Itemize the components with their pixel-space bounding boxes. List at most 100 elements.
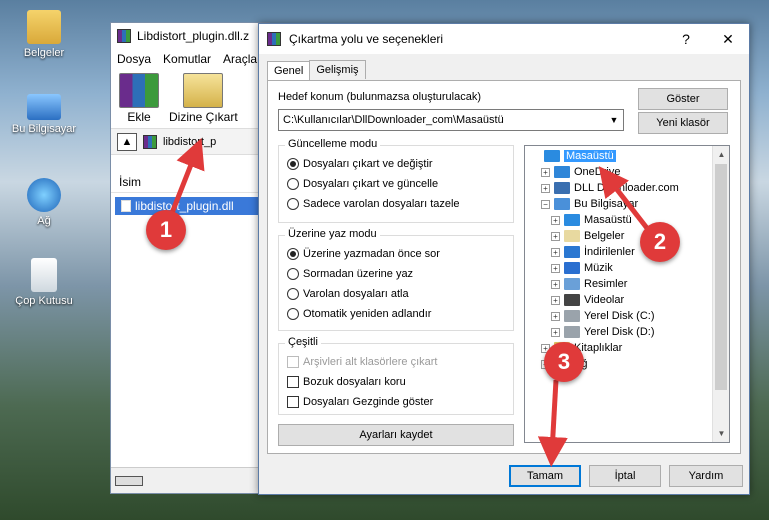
tree-node[interactable]: + Masaüstü [551, 214, 632, 226]
misc-group: Çeşitli Arşivleri alt klasörlere çıkart … [278, 336, 514, 415]
radio-button[interactable] [287, 288, 299, 300]
menu-file[interactable]: Dosya [117, 52, 151, 66]
file-list: İsim libdistort_plugin.dll [111, 171, 269, 467]
misc-option[interactable]: Bozuk dosyaları koru [287, 376, 406, 388]
tree-node-label: Masaüstü [584, 214, 632, 226]
menu-tools[interactable]: Araçla [223, 52, 257, 66]
help-title-button[interactable]: ? [665, 24, 707, 54]
overwrite-mode-option[interactable]: Sormadan üzerine yaz [287, 268, 413, 280]
checkbox[interactable] [287, 396, 299, 408]
radio-button[interactable] [287, 198, 299, 210]
new-folder-button[interactable]: Yeni klasör [638, 112, 728, 134]
tree-expander-icon[interactable]: + [551, 263, 560, 273]
drive-icon [564, 326, 580, 338]
folder-icon [27, 10, 61, 44]
help-button[interactable]: Yardım [669, 465, 743, 487]
scroll-thumb[interactable] [715, 164, 727, 390]
option-label: Dosyaları Gezginde göster [303, 396, 434, 408]
tree-node[interactable]: + İndirilenler [551, 246, 635, 258]
desktop-icon-network[interactable]: Ağ [6, 178, 82, 227]
overwrite-mode-option[interactable]: Varolan dosyaları atla [287, 288, 409, 300]
option-label: Sormadan üzerine yaz [303, 268, 414, 280]
recycle-bin-icon [31, 258, 57, 292]
tree-expander-icon[interactable]: + [551, 295, 560, 305]
tree-expander-icon[interactable]: + [551, 247, 560, 257]
address-text[interactable]: libdistort_p [163, 136, 216, 148]
update-mode-option[interactable]: Dosyaları çıkart ve değiştir [287, 158, 433, 170]
radio-button[interactable] [287, 268, 299, 280]
tree-node[interactable]: + DLL Downloader.com [541, 182, 679, 194]
misc-option-disabled: Arşivleri alt klasörlere çıkart [287, 356, 437, 368]
network-icon [27, 178, 61, 212]
scroll-down-icon[interactable]: ▼ [713, 425, 729, 442]
tree-node[interactable]: + Resimler [551, 278, 627, 290]
desktop-icon-label: Bu Bilgisayar [11, 123, 77, 135]
winrar-logo-icon [267, 32, 281, 46]
tree-node[interactable]: + Yerel Disk (C:) [551, 310, 655, 322]
tree-expander-icon[interactable]: − [541, 199, 550, 209]
column-header-name[interactable]: İsim [111, 171, 269, 193]
user-icon [554, 182, 570, 194]
overwrite-mode-option[interactable]: Üzerine yazmadan önce sor [287, 248, 440, 260]
add-button[interactable]: Ekle [119, 73, 159, 124]
show-button[interactable]: Göster [638, 88, 728, 110]
radio-button[interactable] [287, 178, 299, 190]
option-label: Sadece varolan dosyaları tazele [303, 198, 460, 210]
overwrite-mode-option[interactable]: Otomatik yeniden adlandır [287, 308, 431, 320]
scroll-up-icon[interactable]: ▲ [713, 146, 729, 163]
winrar-menubar: Dosya Komutlar Araçla [111, 49, 269, 69]
computer-icon [554, 198, 570, 210]
misc-option[interactable]: Dosyaları Gezginde göster [287, 396, 433, 408]
tree-expander-icon[interactable]: + [551, 215, 560, 225]
desktop-icon-recycle-bin[interactable]: Çop Kutusu [6, 258, 82, 307]
folder-tree[interactable]: ▲ ▼ Masaüstü + OneDrive + DLL Downloader.com… [524, 145, 730, 443]
ok-button[interactable]: Tamam [509, 465, 581, 487]
pictures-icon [564, 278, 580, 290]
tree-node[interactable]: + OneDrive [541, 166, 620, 178]
tree-expander-icon[interactable]: + [551, 327, 560, 337]
tree-expander-icon[interactable]: + [541, 167, 550, 177]
tree-expander-icon[interactable]: + [551, 231, 560, 241]
winrar-titlebar[interactable]: Libdistort_plugin.dll.z [111, 23, 269, 49]
save-settings-button[interactable]: Ayarları kaydet [278, 424, 514, 446]
menu-commands[interactable]: Komutlar [163, 52, 211, 66]
destination-path-combo[interactable]: C:\Kullanıcılar\DllDownloader_com\Masaüs… [278, 109, 624, 131]
option-label: Üzerine yazmadan önce sor [303, 248, 440, 260]
desktop-icon-documents[interactable]: Belgeler [6, 10, 82, 59]
music-icon [564, 262, 580, 274]
tree-expander-icon[interactable]: + [541, 183, 550, 193]
dialog-titlebar[interactable]: Çıkartma yolu ve seçenekleri ? ✕ [259, 24, 749, 54]
tree-expander-icon[interactable]: + [551, 279, 560, 289]
update-mode-option[interactable]: Dosyaları çıkart ve güncelle [287, 178, 438, 190]
tree-node[interactable]: + Yerel Disk (D:) [551, 326, 655, 338]
checkbox[interactable] [287, 376, 299, 388]
update-mode-option[interactable]: Sadece varolan dosyaları tazele [287, 198, 460, 210]
tab-general[interactable]: Genel [267, 61, 311, 80]
tree-scrollbar[interactable]: ▲ ▼ [712, 146, 729, 442]
tab-advanced[interactable]: Gelişmiş [309, 60, 366, 79]
videos-icon [564, 294, 580, 306]
file-name: libdistort_plugin.dll [135, 199, 234, 213]
tree-node-label: Bu Bilgisayar [574, 198, 639, 210]
extract-options-dialog: Çıkartma yolu ve seçenekleri ? ✕ Genel G… [258, 23, 750, 495]
tree-expander-icon[interactable]: + [551, 311, 560, 321]
winrar-address-bar: ▲ libdistort_p [111, 129, 269, 155]
radio-button-selected[interactable] [287, 248, 299, 260]
extract-to-button[interactable]: Dizine Çıkart [169, 73, 238, 124]
update-mode-group: Güncelleme modu Dosyaları çıkart ve deği… [278, 138, 514, 223]
tree-node[interactable]: Masaüstü [531, 150, 616, 162]
option-label: Arşivleri alt klasörlere çıkart [303, 356, 438, 368]
tree-node[interactable]: + Videolar [551, 294, 624, 306]
radio-button[interactable] [287, 308, 299, 320]
close-button[interactable]: ✕ [707, 24, 749, 54]
file-list-item[interactable]: libdistort_plugin.dll [115, 197, 265, 215]
chevron-down-icon[interactable]: ▼ [605, 115, 623, 125]
tree-node[interactable]: + Belgeler [551, 230, 624, 242]
cancel-button[interactable]: İptal [589, 465, 661, 487]
tree-node[interactable]: + Müzik [551, 262, 613, 274]
tree-node[interactable]: − Bu Bilgisayar [541, 198, 638, 210]
desktop-icon-this-pc[interactable]: Bu Bilgisayar [6, 94, 82, 135]
tree-node-label: OneDrive [574, 166, 621, 178]
up-folder-button[interactable]: ▲ [117, 132, 137, 151]
radio-button-selected[interactable] [287, 158, 299, 170]
